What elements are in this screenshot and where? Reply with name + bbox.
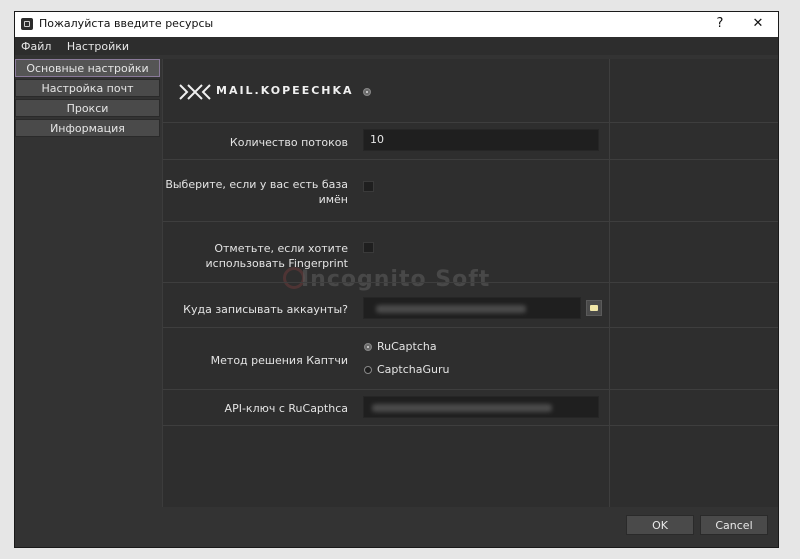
row-divider (163, 122, 778, 123)
app-icon (21, 18, 33, 30)
captchaguru-radio[interactable] (364, 366, 372, 374)
menu-settings[interactable]: Настройки (61, 37, 135, 53)
api-key-label: API-ключ с RuCapthca (224, 402, 348, 415)
help-button[interactable]: ? (710, 15, 730, 33)
row-divider (163, 327, 778, 328)
window-title: Пожалуйста введите ресурсы (39, 17, 214, 30)
menu-bar: Файл Настройки (15, 37, 778, 55)
sidebar-item-main-settings[interactable]: Основные настройки (15, 59, 160, 77)
close-button[interactable]: ✕ (748, 15, 768, 33)
sidebar-item-info[interactable]: Информация (15, 119, 160, 137)
sidebar-item-mail-settings[interactable]: Настройка почт (15, 79, 160, 97)
cancel-button[interactable]: Cancel (700, 515, 768, 535)
logo-text: MAIL.KOPEECHKA (216, 84, 354, 97)
threads-input[interactable]: 10 (363, 129, 599, 151)
sidebar: Основные настройки Настройка почт Прокси… (15, 59, 160, 139)
logo-indicator (363, 88, 371, 96)
names-db-label: Выберите, если у вас есть база имён (165, 178, 348, 206)
resources-dialog: Пожалуйста введите ресурсы ? ✕ Файл Наст… (14, 11, 779, 548)
redacted-path (376, 305, 526, 313)
column-divider (609, 59, 610, 509)
row-divider (163, 389, 778, 390)
fingerprint-checkbox[interactable] (363, 242, 374, 253)
api-key-input[interactable] (363, 396, 599, 418)
folder-icon[interactable] (586, 300, 602, 316)
logo-icon (179, 84, 211, 100)
sidebar-item-proxy[interactable]: Прокси (15, 99, 160, 117)
title-bar: Пожалуйста введите ресурсы ? ✕ (15, 12, 778, 37)
settings-panel: MAIL.KOPEECHKA Количество потоков 10 Выб… (162, 59, 778, 509)
row-divider (163, 221, 778, 222)
captcha-method-label: Метод решения Каптчи (210, 354, 348, 367)
rucaptcha-radio[interactable] (364, 343, 372, 351)
ok-button[interactable]: OK (626, 515, 694, 535)
row-divider (163, 159, 778, 160)
redacted-api-key (372, 404, 552, 412)
save-path-label: Куда записывать аккаунты? (183, 303, 348, 316)
threads-label: Количество потоков (229, 136, 348, 149)
watermark: Incognito Soft (301, 267, 491, 292)
save-path-input[interactable] (363, 297, 581, 319)
dialog-footer: OK Cancel (15, 507, 778, 547)
names-db-checkbox[interactable] (363, 181, 374, 192)
menu-file[interactable]: Файл (15, 37, 57, 53)
rucaptcha-label[interactable]: RuCaptcha (377, 340, 437, 353)
row-divider (163, 282, 778, 283)
captchaguru-label[interactable]: CaptchaGuru (377, 363, 449, 376)
row-divider (163, 425, 778, 426)
